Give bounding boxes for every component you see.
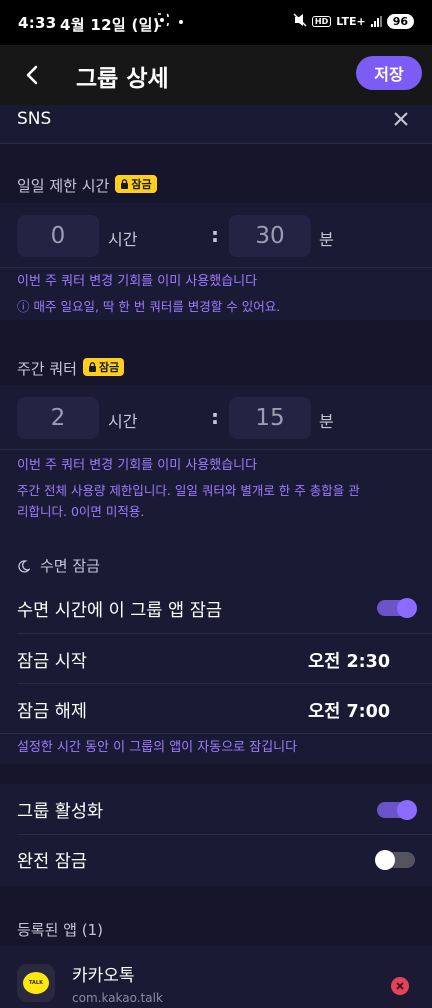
- status-bar: 4:33 4월 12일 (일) HD LTE+ 96: [0, 0, 432, 45]
- daily-hours-unit: 시간: [108, 230, 138, 249]
- lock-end-time[interactable]: 오전 7:00: [308, 698, 390, 723]
- notification-dot-icon: [179, 20, 183, 24]
- daily-limit-lock-badge: 잠금: [115, 175, 157, 193]
- daily-limit-label: 일일 제한 시간: [17, 177, 110, 195]
- weekly-quota-used-note: 이번 주 쿼터 변경 기회를 이미 사용했습니다: [17, 458, 258, 473]
- group-name-field[interactable]: SNS: [0, 105, 432, 144]
- status-date: 4월 12일 (일): [60, 16, 160, 34]
- sleep-lock-label: 수면 잠금: [40, 557, 100, 575]
- divider: [0, 449, 432, 450]
- app-name: 카카오톡: [72, 966, 135, 986]
- weekly-quota-header: 주간 쿼터 잠금: [0, 320, 432, 385]
- status-time: 4:33: [18, 14, 57, 32]
- network-label: LTE+: [336, 15, 366, 28]
- weekly-quota-label: 주간 쿼터: [17, 360, 77, 378]
- weekly-quota-info-line2: 리합니다. 0이면 미적용.: [17, 504, 145, 519]
- daily-minutes-unit: 분: [319, 230, 334, 249]
- daily-quota-info: ⓘ 매주 일요일, 딱 한 번 쿼터를 변경할 수 있어요.: [17, 299, 281, 314]
- daily-limit-header: 일일 제한 시간 잠금: [0, 143, 432, 203]
- weekly-hours-unit: 시간: [108, 412, 138, 431]
- kakaotalk-app-icon: TALK: [17, 964, 55, 1002]
- close-icon[interactable]: [390, 108, 412, 130]
- hd-icon: HD: [311, 16, 332, 27]
- weekly-minutes-input[interactable]: 15: [229, 397, 311, 439]
- mute-icon: [293, 13, 307, 30]
- group-settings: 그룹 활성화 완전 잠금: [0, 784, 432, 886]
- list-item: TALK 카카오톡 com.kakao.talk: [0, 946, 432, 1008]
- divider: [17, 633, 432, 634]
- full-lock-label: 완전 잠금: [17, 852, 87, 872]
- daily-quota-used-note: 이번 주 쿼터 변경 기회를 이미 사용했습니다: [17, 274, 258, 289]
- lock-end-label: 잠금 해제: [17, 702, 87, 722]
- weekly-quota-info-line1: 주간 전체 사용량 제한입니다. 일일 쿼터와 별개로 한 주 총합을 관: [17, 483, 360, 498]
- group-activate-label: 그룹 활성화: [17, 802, 104, 822]
- signal-icon: [370, 16, 382, 27]
- divider: [17, 683, 432, 684]
- full-lock-toggle[interactable]: [375, 850, 415, 870]
- page-title: 그룹 상세: [76, 66, 169, 92]
- weekly-quota-lock-badge: 잠금: [82, 358, 125, 376]
- weekly-hours-input[interactable]: 2: [17, 397, 99, 439]
- app-package: com.kakao.talk: [72, 991, 163, 1005]
- save-button[interactable]: 저장: [356, 56, 422, 90]
- divider: [17, 834, 432, 835]
- divider: [0, 267, 432, 268]
- lock-icon: [88, 362, 96, 372]
- sleep-lock-section: 수면 잠금: [0, 522, 432, 584]
- battery-badge: 96: [386, 14, 414, 29]
- remove-app-icon[interactable]: [391, 977, 409, 995]
- daily-minutes-input[interactable]: 30: [229, 215, 311, 257]
- back-button[interactable]: [14, 57, 50, 93]
- sleep-lock-note: 설정한 시간 동안 이 그룹의 앱이 자동으로 잠깁니다: [17, 740, 298, 755]
- screenshot-icon: [155, 13, 169, 30]
- lock-start-label: 잠금 시작: [17, 652, 87, 672]
- daily-time-separator: :: [211, 223, 219, 247]
- moon-icon: [17, 558, 31, 577]
- divider: [0, 733, 432, 734]
- registered-apps-label: 등록된 앱 (1): [17, 921, 103, 939]
- lock-icon: [121, 179, 129, 189]
- weekly-minutes-unit: 분: [319, 412, 334, 431]
- lock-start-time[interactable]: 오전 2:30: [308, 648, 390, 673]
- group-name-value: SNS: [17, 109, 52, 129]
- group-activate-toggle[interactable]: [377, 800, 417, 820]
- app-bar: 그룹 상세 저장: [0, 45, 432, 105]
- daily-hours-input[interactable]: 0: [17, 215, 99, 257]
- weekly-quota-block: 2 시간 : 15 분 이번 주 쿼터 변경 기회를 이미 사용했습니다 주간 …: [0, 385, 432, 522]
- chevron-left-icon: [26, 65, 38, 85]
- sleep-lock-settings: 수면 시간에 이 그룹 앱 잠금 잠금 시작 오전 2:30 잠금 해제 오전 …: [0, 584, 432, 764]
- daily-limit-block: 0 시간 : 30 분 이번 주 쿼터 변경 기회를 이미 사용했습니다 ⓘ 매…: [0, 203, 432, 320]
- sleep-lock-toggle[interactable]: [377, 598, 417, 618]
- sleep-lock-toggle-label: 수면 시간에 이 그룹 앱 잠금: [17, 601, 222, 621]
- registered-apps-header: 등록된 앱 (1): [0, 886, 432, 946]
- weekly-time-separator: :: [211, 405, 219, 429]
